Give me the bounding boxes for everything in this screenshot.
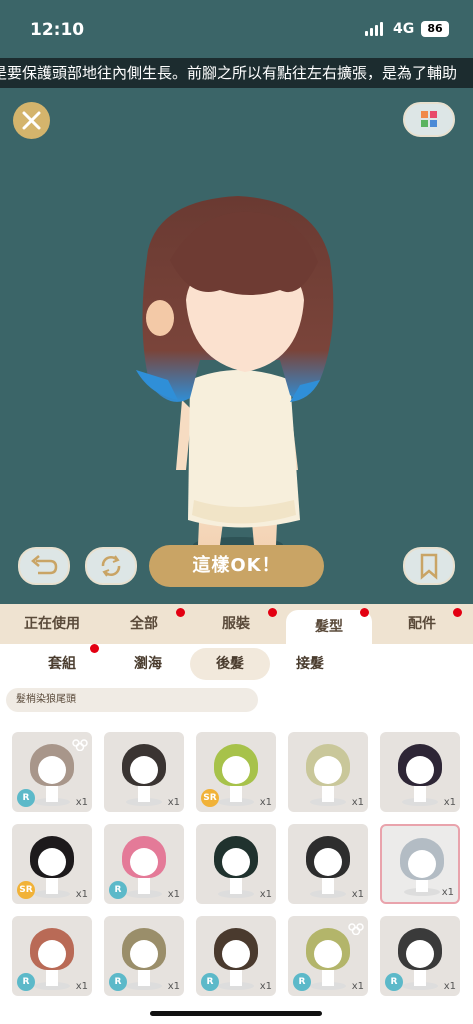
item-grid: Rx1 x1 SR x1 x1 x1 SR x1 Rx1 x1 x1 x1 Rx1 Rx1 Rx1 Rx1 Rx… [0, 712, 473, 1024]
category-tabs: 正在使用 全部 服裝 髮型 配件 [0, 604, 473, 644]
item-quantity: x1 [351, 797, 364, 808]
mannequin-face [314, 940, 342, 968]
notification-dot [90, 644, 99, 653]
hair-item[interactable]: Rx1 [104, 916, 184, 996]
item-quantity: x1 [75, 797, 88, 808]
item-quantity: x1 [441, 887, 454, 898]
tab-hairstyle[interactable]: 髮型 [286, 610, 372, 644]
tab-all[interactable]: 全部 [100, 604, 188, 644]
hair-item[interactable]: SR x1 [12, 824, 92, 904]
confirm-button[interactable]: 這樣OK！ [149, 545, 324, 587]
reset-button[interactable] [85, 547, 137, 585]
notification-dot [176, 608, 185, 617]
item-quantity: x1 [259, 889, 272, 900]
mannequin-face [38, 848, 66, 876]
hair-item[interactable]: x1 [196, 824, 276, 904]
mannequin-face [38, 756, 66, 784]
item-quantity: x1 [75, 981, 88, 992]
subtab-back-hair[interactable]: 後髮 [190, 648, 270, 680]
avatar-preview-area: 12:10 4G 86 是要保護頭部地往內側生長。前腳之所以有點往左右擴張，是為… [0, 0, 473, 604]
subcategory-tabs: 套組 瀏海 後髮 接髮 [0, 644, 473, 682]
item-quantity: x1 [167, 981, 180, 992]
rarity-badge: SR [17, 881, 35, 899]
item-quantity: x1 [259, 981, 272, 992]
rarity-badge: R [293, 973, 311, 991]
tab-currently-using[interactable]: 正在使用 [8, 604, 96, 644]
item-quantity: x1 [443, 981, 456, 992]
mannequin-face [406, 756, 434, 784]
bookmark-icon [420, 553, 438, 580]
home-indicator [150, 1011, 322, 1016]
hair-item[interactable]: SR x1 [196, 732, 276, 812]
bookmark-button[interactable] [403, 547, 455, 585]
item-quantity: x1 [259, 797, 272, 808]
rarity-badge: R [201, 973, 219, 991]
item-quantity: x1 [167, 889, 180, 900]
hair-item[interactable]: Rx1 [104, 824, 184, 904]
item-quantity: x1 [75, 889, 88, 900]
hair-item[interactable]: Rx1 [288, 916, 368, 996]
mannequin-face [130, 756, 158, 784]
rarity-badge: SR [201, 789, 219, 807]
hair-item[interactable]: x1 [288, 824, 368, 904]
hair-item[interactable]: x1 [104, 732, 184, 812]
mannequin-face [406, 940, 434, 968]
filter-tag[interactable]: 髮梢染狼尾頭 [6, 688, 258, 712]
hair-item[interactable]: Rx1 [380, 916, 460, 996]
notification-dot [360, 608, 369, 617]
mannequin-face [222, 848, 250, 876]
item-quantity: x1 [351, 981, 364, 992]
hair-item[interactable]: x1 [380, 732, 460, 812]
hair-item[interactable]: x1 [380, 824, 460, 904]
mannequin-face [314, 756, 342, 784]
item-quantity: x1 [443, 797, 456, 808]
rarity-badge: R [17, 789, 35, 807]
rarity-badge: R [109, 881, 127, 899]
refresh-icon [101, 555, 121, 577]
notification-dot [453, 608, 462, 617]
subtab-set[interactable]: 套組 [24, 648, 100, 680]
avatar-figure [136, 196, 334, 553]
item-quantity: x1 [167, 797, 180, 808]
mannequin-face [222, 940, 250, 968]
undo-button[interactable] [18, 547, 70, 585]
mannequin-face [408, 850, 436, 878]
mannequin-face [314, 848, 342, 876]
bear-ears-icon [72, 736, 88, 752]
notification-dot [268, 608, 277, 617]
mannequin-face [38, 940, 66, 968]
subtab-bangs[interactable]: 瀏海 [110, 648, 186, 680]
item-quantity: x1 [351, 889, 364, 900]
subtab-extensions[interactable]: 接髮 [272, 648, 348, 680]
undo-icon [31, 555, 58, 575]
mannequin-face [130, 940, 158, 968]
bear-ears-icon [348, 920, 364, 936]
hair-item[interactable]: Rx1 [12, 732, 92, 812]
tab-clothing[interactable]: 服裝 [192, 604, 280, 644]
hair-item[interactable]: x1 [288, 732, 368, 812]
rarity-badge: R [109, 973, 127, 991]
rarity-badge: R [385, 973, 403, 991]
mannequin-face [130, 848, 158, 876]
mannequin-face [222, 756, 250, 784]
hair-item[interactable]: Rx1 [196, 916, 276, 996]
rarity-badge: R [17, 973, 35, 991]
hair-item[interactable]: Rx1 [12, 916, 92, 996]
